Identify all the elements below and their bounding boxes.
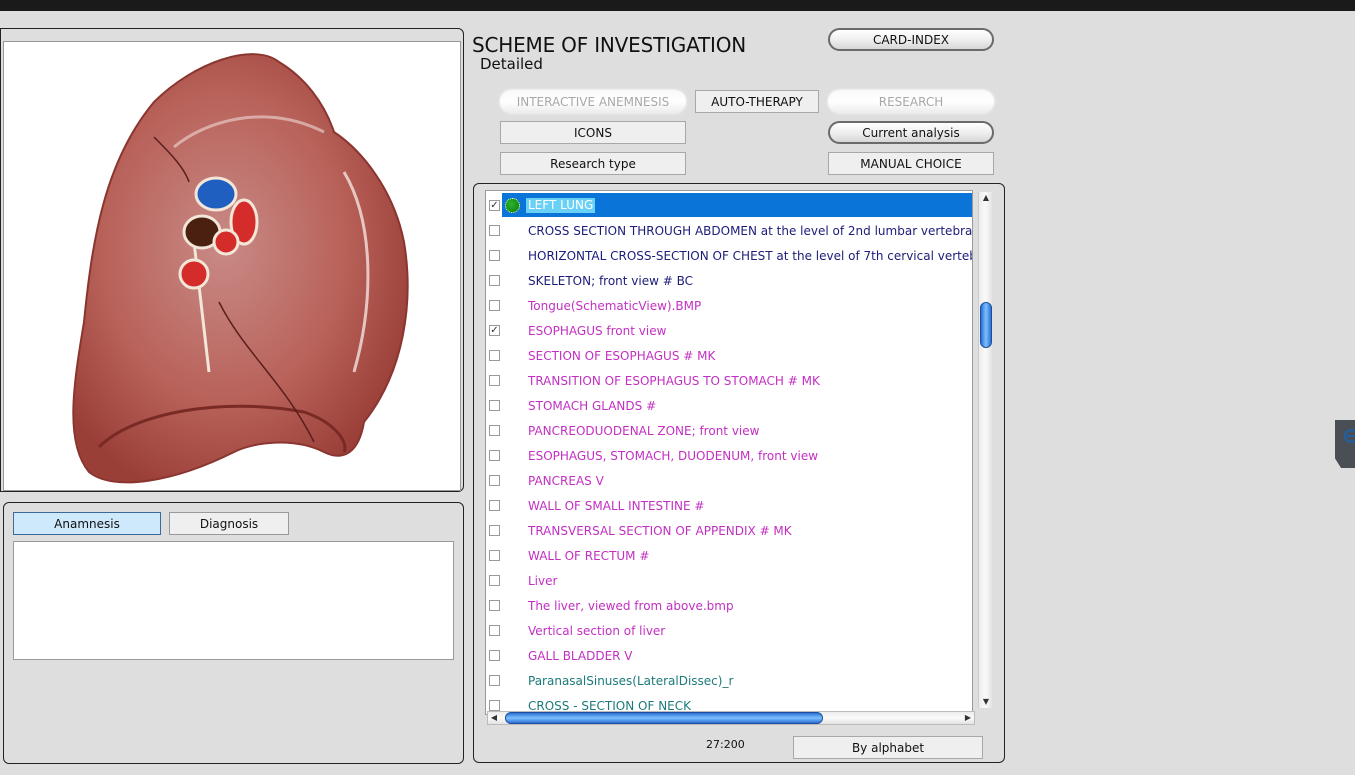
image-panel: [0, 28, 464, 492]
list-item[interactable]: STOMACH GLANDS #: [486, 393, 972, 418]
list-item-label: CROSS SECTION THROUGH ABDOMEN at the lev…: [528, 223, 973, 238]
item-checkbox[interactable]: [489, 625, 500, 636]
list-item-label: GALL BLADDER V: [528, 648, 633, 663]
list-item-label: WALL OF RECTUM #: [528, 548, 650, 563]
list-item[interactable]: HORIZONTAL CROSS-SECTION OF CHEST at the…: [486, 243, 973, 268]
list-item[interactable]: CROSS SECTION THROUGH ABDOMEN at the lev…: [486, 218, 973, 243]
list-item[interactable]: TRANSVERSAL SECTION OF APPENDIX # MK: [486, 518, 972, 543]
item-checkbox[interactable]: [489, 350, 500, 361]
list-item-label: Vertical section of liver: [528, 623, 666, 638]
list-item-label: SKELETON; front view # BC: [528, 273, 694, 288]
list-item[interactable]: ESOPHAGUS, STOMACH, DUODENUM, front view: [486, 443, 972, 468]
list-item-label: TRANSITION OF ESOPHAGUS TO STOMACH # MK: [528, 373, 820, 388]
list-item-label: Liver: [528, 573, 558, 588]
item-checkbox[interactable]: [489, 600, 500, 611]
list-item-label: ParanasalSinuses(LateralDissec)_r: [528, 673, 734, 688]
list-item-label: The liver, viewed from above.bmp: [528, 598, 734, 613]
item-checkbox[interactable]: [489, 450, 500, 461]
green-status-icon: [505, 198, 520, 213]
list-item[interactable]: Liver: [486, 568, 972, 593]
item-checkbox[interactable]: [489, 375, 500, 386]
list-item-label: HORIZONTAL CROSS-SECTION OF CHEST at the…: [528, 248, 973, 263]
notes-text-area[interactable]: [13, 541, 454, 660]
list-item[interactable]: WALL OF SMALL INTESTINE #: [486, 493, 972, 518]
item-checkbox[interactable]: ✓: [489, 325, 500, 336]
item-checkbox[interactable]: [489, 575, 500, 586]
list-item[interactable]: PANCREODUODENAL ZONE; front view: [486, 418, 972, 443]
sort-by-alphabet-button[interactable]: By alphabet: [793, 736, 983, 759]
notes-panel: Anamnesis Diagnosis: [3, 502, 464, 764]
list-item[interactable]: PANCREAS V: [486, 468, 972, 493]
item-checkbox[interactable]: ✓: [489, 200, 500, 211]
investigation-list: ✓ LEFT LUNG CROSS SECTION THROUGH ABDOMEN …: [485, 190, 973, 715]
organ-image: [3, 41, 461, 491]
list-item[interactable]: Vertical section of liver: [486, 618, 972, 643]
item-checkbox[interactable]: [489, 300, 500, 311]
collapse-icon: [1344, 429, 1355, 443]
lung-illustration: [72, 53, 409, 484]
vertical-scrollbar[interactable]: ▲ ▼: [978, 192, 992, 708]
list-item-label: Tongue(SchematicView).BMP: [528, 298, 702, 313]
card-index-button[interactable]: CARD-INDEX: [828, 28, 994, 51]
item-checkbox[interactable]: [489, 700, 500, 711]
item-checkbox[interactable]: [489, 650, 500, 661]
scroll-down-icon[interactable]: ▼: [979, 696, 993, 708]
tab-anamnesis[interactable]: Anamnesis: [13, 512, 161, 535]
page-title: SCHEME OF INVESTIGATION: [472, 33, 747, 57]
item-counter: 27:200: [706, 738, 745, 751]
list-item[interactable]: ParanasalSinuses(LateralDissec)_r: [486, 668, 972, 693]
tab-diagnosis[interactable]: Diagnosis: [169, 512, 289, 535]
investigation-list-panel: ✓ LEFT LUNG CROSS SECTION THROUGH ABDOMEN …: [473, 183, 1005, 763]
item-checkbox[interactable]: [489, 275, 500, 286]
current-analysis-button[interactable]: Current analysis: [828, 121, 994, 144]
item-checkbox[interactable]: [489, 550, 500, 561]
manual-choice-button[interactable]: MANUAL CHOICE: [828, 152, 994, 175]
research-type-button[interactable]: Research type: [500, 152, 686, 175]
list-item[interactable]: SKELETON; front view # BC: [486, 268, 972, 293]
top-bar: [0, 0, 1355, 11]
horizontal-scrollbar[interactable]: ◀ ▶: [487, 711, 975, 725]
list-item[interactable]: ✓ LEFT LUNG: [486, 193, 972, 218]
list-item-label: PANCREAS V: [528, 473, 604, 488]
item-checkbox[interactable]: [489, 425, 500, 436]
icons-button[interactable]: ICONS: [500, 121, 686, 144]
list-item-label: LEFT LUNG: [526, 198, 596, 213]
scroll-up-icon[interactable]: ▲: [979, 192, 993, 204]
horizontal-scroll-thumb[interactable]: [505, 712, 823, 724]
item-checkbox[interactable]: [489, 675, 500, 686]
list-item[interactable]: ✓ ESOPHAGUS front view: [486, 318, 972, 343]
interactive-anemnesis-button[interactable]: INTERACTIVE ANEMNESIS: [500, 90, 686, 113]
list-item-label: SECTION OF ESOPHAGUS # MK: [528, 348, 716, 363]
list-item-label: WALL OF SMALL INTESTINE #: [528, 498, 705, 513]
scroll-left-icon[interactable]: ◀: [488, 712, 500, 724]
scroll-right-icon[interactable]: ▶: [962, 712, 974, 724]
item-checkbox[interactable]: [489, 525, 500, 536]
list-item-label: ESOPHAGUS front view: [528, 323, 667, 338]
auto-therapy-button[interactable]: AUTO-THERAPY: [695, 90, 819, 113]
list-item[interactable]: WALL OF RECTUM #: [486, 543, 972, 568]
item-checkbox[interactable]: [489, 500, 500, 511]
page-subtitle: Detailed: [480, 55, 543, 73]
side-panel-toggle[interactable]: [1335, 420, 1355, 468]
item-checkbox[interactable]: [489, 250, 500, 261]
list-item-label: PANCREODUODENAL ZONE; front view: [528, 423, 760, 438]
vertical-scroll-thumb[interactable]: [980, 302, 992, 348]
list-item-label: TRANSVERSAL SECTION OF APPENDIX # MK: [528, 523, 792, 538]
list-item[interactable]: TRANSITION OF ESOPHAGUS TO STOMACH # MK: [486, 368, 972, 393]
research-button[interactable]: RESEARCH: [828, 90, 994, 113]
item-checkbox[interactable]: [489, 225, 500, 236]
list-item[interactable]: GALL BLADDER V: [486, 643, 972, 668]
list-item-label: ESOPHAGUS, STOMACH, DUODENUM, front view: [528, 448, 819, 463]
item-checkbox[interactable]: [489, 400, 500, 411]
list-item[interactable]: The liver, viewed from above.bmp: [486, 593, 972, 618]
list-item-label: STOMACH GLANDS #: [528, 398, 657, 413]
item-checkbox[interactable]: [489, 475, 500, 486]
list-item[interactable]: Tongue(SchematicView).BMP: [486, 293, 972, 318]
list-item[interactable]: SECTION OF ESOPHAGUS # MK: [486, 343, 972, 368]
